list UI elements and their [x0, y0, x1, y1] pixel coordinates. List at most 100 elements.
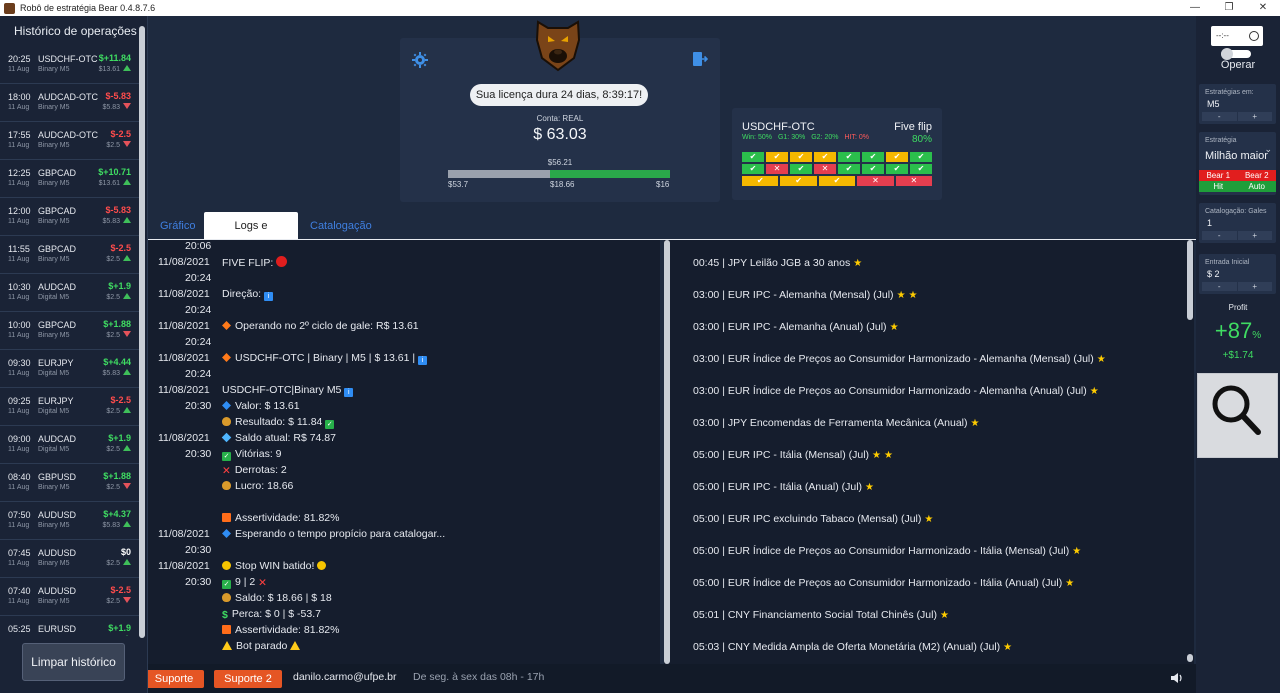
bear-1-button[interactable]: Bear 1 — [1199, 170, 1238, 181]
trade-row[interactable]: 09:30 11 Aug EURJPY Digital M5 $+4.44 $5.83 — [0, 350, 139, 388]
news-item[interactable]: 03:00 | EUR Índice de Preços ao Consumid… — [693, 353, 1106, 365]
news-text: 05:00 | EUR IPC excluindo Tabaco (Mensal… — [693, 513, 922, 525]
initial-entry-field[interactable]: Entrada Inicial $ 2 - + — [1199, 254, 1276, 294]
news-panel[interactable]: 00:45 | JPY Leilão JGB a 30 anos ★ 03:00 |… — [670, 240, 1186, 664]
trade-result: $+1.9 — [108, 281, 131, 291]
trade-stake: $5.83 — [102, 521, 131, 529]
clock-icon[interactable] — [1249, 31, 1259, 41]
log-timestamp: 20:24 — [185, 336, 212, 348]
gales-increment[interactable]: + — [1237, 231, 1272, 240]
star-icon: ★ — [872, 450, 881, 461]
trade-row[interactable]: 05:2511 AugEURUSDDigital M5$+1.9$2.5 — [0, 616, 139, 636]
news-item[interactable]: 00:45 | JPY Leilão JGB a 30 anos ★ — [693, 257, 862, 269]
trade-row[interactable]: 07:50 11 Aug AUDUSD Binary M5 $+4.37 $5.83 — [0, 502, 139, 540]
trade-row[interactable]: 10:00 11 Aug GBPCAD Binary M5 $+1.88 $2.5 — [0, 312, 139, 350]
bear-app-icon — [4, 2, 15, 14]
trade-row[interactable]: 09:00 11 Aug AUDCAD Digital M5 $+1.9 $2.5 — [0, 426, 139, 464]
strategy-selector[interactable]: Estratégia ⌄ Milhão maior Bear 1 Bear 2 … — [1199, 132, 1276, 195]
star-icon: ★ — [1065, 578, 1075, 589]
bear-2-button[interactable]: Bear 2 — [1237, 170, 1276, 181]
trade-row[interactable]: 07:40 11 Aug AUDUSD Binary M5 $-2.5 $2.5 — [0, 578, 139, 616]
trade-mode: Binary M5 — [38, 332, 70, 339]
trade-row[interactable]: 10:30 11 Aug AUDCAD Digital M5 $+1.9 $2.5 — [0, 274, 139, 312]
news-item[interactable]: 05:01 | CNY Financiamento Social Total C… — [693, 609, 949, 621]
gear-icon[interactable] — [412, 52, 428, 68]
trade-history-list[interactable]: 20:25 11 Aug USDCHF-OTC Binary M5 $+11.84 $13… — [0, 46, 139, 636]
trade-row[interactable]: 20:25 11 Aug USDCHF-OTC Binary M5 $+11.84 $13… — [0, 46, 139, 84]
log-entry: $ Perca: $ 0 | $ -53.7 — [222, 608, 321, 621]
search-button[interactable] — [1197, 373, 1278, 458]
strategies-timeframe-field[interactable]: Estratégias em: M5 - + — [1199, 84, 1276, 124]
news-item[interactable]: 05:03 | CNY Medida Ampla de Oferta Monet… — [693, 641, 1012, 653]
balance-bar-value: $56.21 — [547, 158, 573, 167]
trade-row[interactable]: 17:55 11 Aug AUDCAD-OTC Binary M5 $-2.5 $2.5 — [0, 122, 139, 160]
time-input[interactable]: --:-- — [1211, 26, 1263, 46]
support-hours: De seg. à sex das 08h - 17h — [413, 671, 545, 683]
news-item[interactable]: 05:00 | EUR Índice de Preços ao Consumid… — [693, 545, 1081, 557]
star-icon: ★ — [924, 514, 934, 525]
star-icon: ★ — [896, 290, 906, 301]
entry-decrement[interactable]: - — [1202, 282, 1237, 291]
minimize-button[interactable]: — — [1178, 0, 1212, 16]
news-item[interactable]: 05:00 | EUR IPC excluindo Tabaco (Mensal… — [693, 513, 933, 525]
support-2-button[interactable]: Suporte 2 — [214, 670, 282, 688]
speaker-icon[interactable] — [1170, 672, 1184, 684]
news-item[interactable]: 03:00 | EUR Índice de Preços ao Consumid… — [693, 385, 1099, 397]
logs-panel[interactable]: 20:06 11/08/2021 FIVE FLIP: 20:24 11/08/202… — [148, 240, 660, 664]
trade-row[interactable]: 08:40 11 Aug GBPUSD Binary M5 $+1.88 $2.5 — [0, 464, 139, 502]
trade-pair: GBPCAD — [38, 244, 77, 254]
strategies-increment[interactable]: + — [1237, 112, 1272, 121]
clear-history-button[interactable]: Limpar histórico — [22, 643, 125, 681]
news-scrollbar[interactable] — [1186, 240, 1194, 664]
arrow-up-icon — [123, 217, 131, 223]
trade-row[interactable]: 12:00 11 Aug GBPCAD Binary M5 $-5.83 $5.83 — [0, 198, 139, 236]
close-button[interactable]: ✕ — [1246, 0, 1280, 16]
news-item[interactable]: 03:00 | EUR IPC - Alemanha (Anual) (Jul)… — [693, 321, 899, 333]
trade-result: $-2.5 — [110, 129, 131, 139]
money-face-icon — [317, 561, 327, 570]
trade-row[interactable]: 11:55 11 Aug GBPCAD Binary M5 $-2.5 $2.5 — [0, 236, 139, 274]
maximize-button[interactable]: ❐ — [1212, 0, 1246, 16]
tab-logs-noticias[interactable]: Logs e notícias — [204, 212, 298, 260]
operate-toggle[interactable] — [1221, 48, 1251, 60]
trade-row[interactable]: 12:25 11 Aug GBPCAD Binary M5 $+10.71 $13.61 — [0, 160, 139, 198]
gales-field[interactable]: Catalogação: Gales 1 - + — [1199, 203, 1276, 243]
gales-decrement[interactable]: - — [1202, 231, 1237, 240]
strategies-decrement[interactable]: - — [1202, 112, 1237, 121]
log-entry: Assertividade: 81.82% — [222, 512, 339, 524]
support-email[interactable]: danilo.carmo@ufpe.br — [293, 671, 396, 683]
result-cell: ✔ — [910, 164, 932, 174]
log-entry: Bot parado — [222, 640, 304, 652]
log-entry: Direção: i — [222, 288, 277, 301]
news-item[interactable]: 05:00 | EUR IPC - Itália (Anual) (Jul) ★ — [693, 481, 874, 493]
star-icon: ★ — [970, 418, 980, 429]
initial-entry-label: Entrada Inicial — [1205, 259, 1250, 266]
support-button[interactable]: Suporte — [148, 670, 204, 688]
trade-row[interactable]: 18:00 11 Aug AUDCAD-OTC Binary M5 $-5.83 $5.8… — [0, 84, 139, 122]
history-scrollbar[interactable] — [139, 26, 145, 638]
news-item[interactable]: 03:00 | EUR IPC - Alemanha (Mensal) (Jul… — [693, 289, 918, 301]
trade-row[interactable]: 09:25 11 Aug EURJPY Digital M5 $-2.5 $2.5 — [0, 388, 139, 426]
tab-catalogacao[interactable]: Catalogação — [298, 212, 384, 240]
check-icon: ✓ — [222, 452, 231, 461]
log-timestamp: 20:24 — [185, 272, 212, 284]
trade-mode: Binary M5 — [38, 522, 70, 529]
news-item[interactable]: 05:00 | EUR Índice de Preços ao Consumid… — [693, 577, 1074, 589]
auto-button[interactable]: Auto — [1237, 181, 1276, 192]
logout-icon[interactable] — [692, 51, 708, 67]
tab-grafico[interactable]: Gráfico — [148, 212, 207, 240]
trade-pair: AUDUSD — [38, 548, 77, 558]
entry-increment[interactable]: + — [1237, 282, 1272, 291]
news-item[interactable]: 03:00 | JPY Encomendas de Ferramenta Mec… — [693, 417, 979, 429]
search-icon — [1212, 385, 1261, 435]
trade-date: 11 Aug — [8, 104, 30, 111]
news-item[interactable]: 05:00 | EUR IPC - Itália (Mensal) (Jul) ★… — [693, 449, 893, 461]
trade-row[interactable]: 07:45 11 Aug AUDUSD Binary M5 $0 $2.5 — [0, 540, 139, 578]
trade-pair: EURUSD — [38, 624, 77, 634]
log-timestamp: 11/08/2021 — [158, 352, 210, 364]
gales-value: 1 — [1207, 218, 1213, 228]
log-timestamp: 20:30 — [185, 576, 212, 588]
trade-mode: Binary M5 — [38, 142, 70, 149]
money-face-icon — [222, 561, 231, 570]
hit-button[interactable]: Hit — [1199, 181, 1238, 192]
